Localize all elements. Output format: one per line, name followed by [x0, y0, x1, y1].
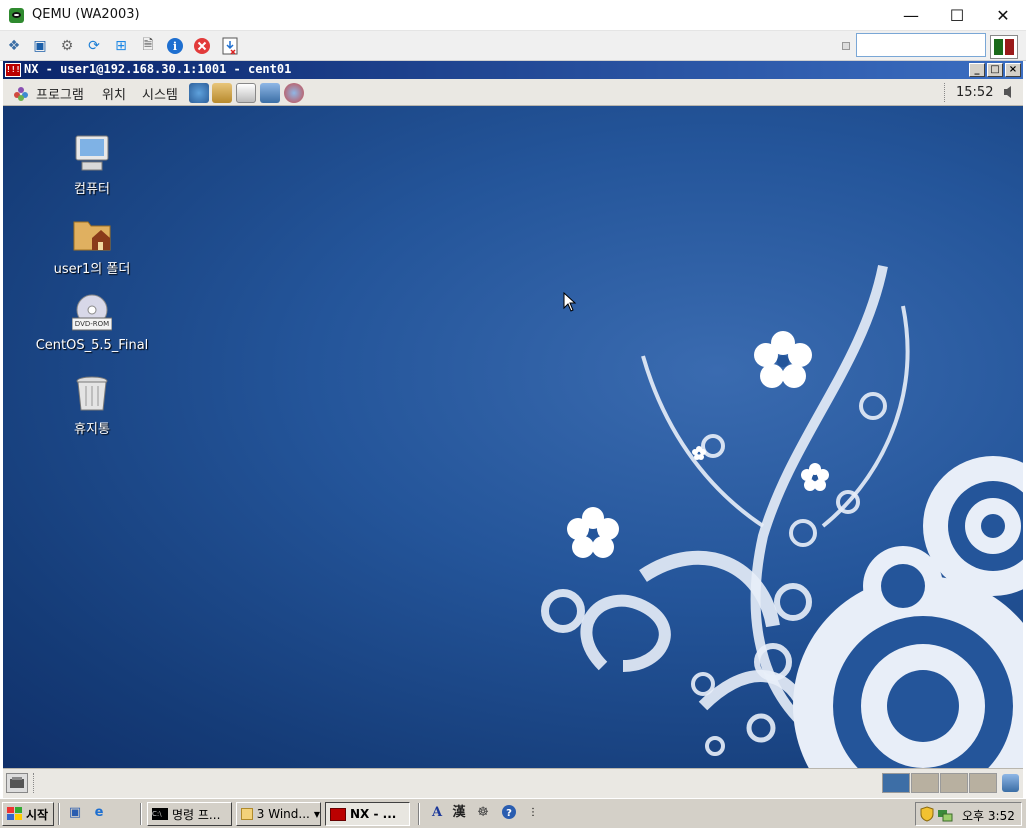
task-label: NX - ... [350, 807, 397, 821]
cubes-icon[interactable]: ❖ [4, 36, 24, 56]
ime-mode-icon[interactable]: A [428, 804, 446, 822]
qemu-toolbar: ❖ ▣ ⚙ ⟳ ⊞ 🗎 i [0, 31, 1026, 61]
fullscreen-icon[interactable]: ▣ [30, 36, 50, 56]
color-swatch-button[interactable] [990, 35, 1018, 59]
nx-close-button[interactable]: × [1005, 63, 1021, 77]
gnome-bottom-panel [3, 768, 1023, 798]
nx-window: !!! NX - user1@192.168.30.1:1001 - cent0… [3, 61, 1023, 798]
workspace-3[interactable] [940, 773, 968, 793]
nx-maximize-button[interactable]: □ [987, 63, 1003, 77]
workspace-2[interactable] [911, 773, 939, 793]
start-label: 시작 [26, 807, 49, 822]
menu-places[interactable]: 위치 [102, 84, 126, 103]
ime-tool-icon[interactable]: ☸ [474, 804, 492, 822]
desktop-icon-dvd[interactable]: DVD-ROM CentOS_5.5_Final [32, 294, 152, 353]
desktop-icon-label: CentOS_5.5_Final [35, 338, 149, 353]
maximize-button[interactable]: ☐ [934, 0, 980, 31]
stop-icon[interactable] [192, 36, 212, 56]
trash-icon [72, 374, 112, 414]
close-button[interactable]: ✕ [980, 0, 1026, 31]
help-icon[interactable]: ? [500, 804, 518, 822]
taskbar-separator [418, 803, 420, 825]
wallpaper-swirls [541, 265, 1023, 768]
window-title: QEMU (WA2003) [32, 7, 140, 22]
desktop-icon-computer[interactable]: 컴퓨터 [32, 134, 152, 197]
dvd-icon: DVD-ROM [71, 294, 113, 334]
panel-handle [944, 83, 946, 102]
notes-launcher-icon[interactable] [236, 83, 256, 103]
tools-launcher-icon[interactable] [284, 83, 304, 103]
nx-titlebar: !!! NX - user1@192.168.30.1:1001 - cent0… [3, 61, 1023, 79]
desktop-icon-label: 휴지통 [74, 422, 110, 437]
gear-icon[interactable]: ⚙ [57, 36, 77, 56]
svg-text:?: ? [506, 808, 512, 819]
task-windows-group[interactable]: 3 Wind... ▼ [236, 802, 321, 826]
ie-icon[interactable]: e [90, 804, 108, 822]
desktop-icon-label: user1의 폴더 [53, 262, 131, 277]
security-shield-icon[interactable] [920, 806, 934, 825]
nx-task-icon [330, 807, 346, 821]
nx-minimize-button[interactable]: _ [969, 63, 985, 77]
task-label: 3 Wind... [256, 807, 310, 821]
presentation-launcher-icon[interactable] [260, 83, 280, 103]
desktop-shortcut-icon[interactable]: ▣ [66, 804, 84, 822]
info-icon[interactable]: i [165, 36, 185, 56]
mouse-pointer-icon [563, 292, 577, 312]
console-icon: C:\ [152, 808, 168, 820]
mail-launcher-icon[interactable] [212, 83, 232, 103]
dvd-badge: DVD-ROM [74, 320, 110, 328]
folder-icon [241, 808, 253, 820]
workspace-4[interactable] [969, 773, 997, 793]
chevron-down-icon: ▼ [313, 809, 320, 819]
trash-applet-icon[interactable] [1002, 774, 1019, 792]
menu-system[interactable]: 시스템 [142, 84, 178, 103]
task-nx[interactable]: NX - ... [325, 802, 410, 826]
qemu-titlebar: QEMU (WA2003) — ☐ ✕ [0, 0, 1026, 31]
refresh-icon[interactable]: ⟳ [84, 36, 104, 56]
panel-clock[interactable]: 15:52 [956, 85, 993, 100]
gnome-top-panel: 프로그램 위치 시스템 15:52 [3, 79, 1023, 106]
task-label: 명령 프... [172, 807, 221, 822]
gnome-foot-icon [14, 87, 28, 101]
taskbar-separator [140, 803, 142, 825]
nx-window-title: NX - user1@192.168.30.1:1001 - cent01 [24, 62, 292, 76]
download-icon[interactable] [220, 36, 240, 56]
panel-handle [33, 773, 35, 793]
windows-taskbar: 시작 ▣ e C:\ 명령 프... 3 Wind... ▼ NX - ... … [0, 798, 1026, 828]
browser-launcher-icon[interactable] [189, 83, 209, 103]
desktop-icon-trash[interactable]: 휴지통 [32, 374, 152, 437]
desktop-icon-home[interactable]: user1의 폴더 [32, 214, 152, 277]
document-icon[interactable]: 🗎 [138, 36, 158, 56]
show-desktop-button[interactable] [6, 773, 28, 793]
windows-flag-icon [7, 807, 22, 820]
desktop: 컴퓨터 user1의 폴더 DVD-ROM CentOS_5.5_Final 휴… [3, 106, 1023, 768]
minimize-button[interactable]: — [888, 0, 934, 31]
task-command-prompt[interactable]: C:\ 명령 프... [147, 802, 232, 826]
desktop-icon-label: 컴퓨터 [74, 182, 110, 197]
qemu-app-icon [9, 8, 24, 23]
network-icon[interactable] [937, 806, 953, 825]
toolbar-input[interactable] [856, 33, 986, 57]
menu-applications[interactable]: 프로그램 [36, 84, 84, 103]
windows-icon[interactable]: ⊞ [111, 36, 131, 56]
nx-logo-icon: !!! [5, 63, 21, 77]
taskbar-clock[interactable]: 오후 3:52 [962, 807, 1015, 824]
workspace-1[interactable] [882, 773, 910, 793]
home-folder-icon [72, 214, 112, 254]
svg-text:i: i [173, 40, 177, 53]
ime-hanja-icon[interactable]: 漢 [450, 804, 468, 822]
toolbar-square-icon [842, 42, 850, 50]
system-tray: 오후 3:52 [915, 802, 1022, 826]
start-button[interactable]: 시작 [2, 802, 54, 826]
computer-icon [72, 134, 112, 174]
ime-options-icon[interactable]: ⋮ [524, 804, 542, 822]
taskbar-separator [58, 803, 60, 825]
volume-icon[interactable] [1002, 84, 1016, 100]
